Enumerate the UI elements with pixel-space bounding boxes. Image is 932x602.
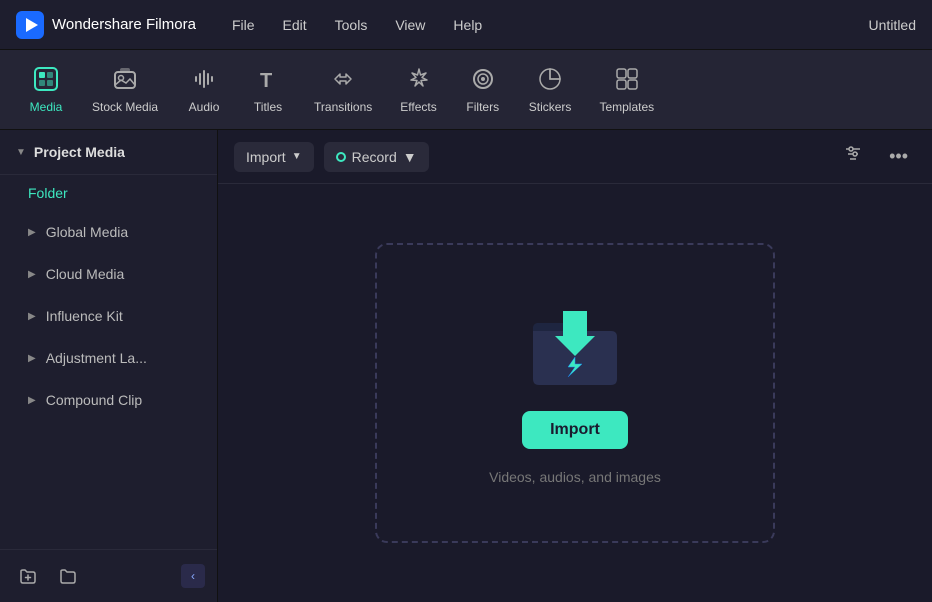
arrow-icon-cloud: ▶ (28, 269, 36, 280)
sidebar-footer: ‹ (0, 549, 217, 602)
ellipsis-icon: ••• (889, 146, 908, 166)
title-bar: Wondershare Filmora File Edit Tools View… (0, 0, 932, 50)
tool-audio[interactable]: Audio (174, 58, 234, 122)
menu-help[interactable]: Help (441, 11, 494, 39)
more-options-button[interactable]: ••• (881, 142, 916, 171)
drop-zone-hint: Videos, audios, and images (489, 469, 661, 485)
effects-label: Effects (400, 100, 436, 114)
sidebar-header-label: Project Media (34, 144, 125, 160)
templates-icon (614, 66, 640, 96)
app-logo (16, 11, 44, 39)
sidebar-collapse-button[interactable]: ‹ (181, 564, 205, 588)
arrow-icon-compound: ▶ (28, 395, 36, 406)
sidebar: ▼ Project Media Folder ▶ Global Media ▶ … (0, 130, 218, 602)
filter-button[interactable] (835, 140, 871, 173)
tool-stickers[interactable]: Stickers (517, 58, 584, 122)
window-title: Untitled (869, 17, 916, 33)
transitions-label: Transitions (314, 100, 372, 114)
toolbar: Media Stock Media Audio (0, 50, 932, 130)
sidebar-item-cloud-media[interactable]: ▶ Cloud Media (4, 254, 213, 294)
menu-bar: File Edit Tools View Help (220, 11, 869, 39)
menu-edit[interactable]: Edit (271, 11, 319, 39)
tool-filters[interactable]: Filters (453, 58, 513, 122)
titles-icon: T (255, 66, 281, 96)
tool-effects[interactable]: Effects (388, 58, 448, 122)
import-folder-icon (525, 301, 625, 391)
audio-label: Audio (189, 100, 220, 114)
svg-text:T: T (260, 70, 272, 92)
new-folder-button[interactable] (12, 560, 44, 592)
drop-zone: Import Videos, audios, and images (218, 184, 932, 602)
sidebar-header: ▼ Project Media (0, 130, 217, 175)
filters-icon (470, 66, 496, 96)
record-button[interactable]: Record ▼ (324, 142, 429, 172)
record-chevron-icon: ▼ (403, 149, 417, 165)
stock-media-icon (112, 66, 138, 96)
effects-icon (406, 66, 432, 96)
stock-media-label: Stock Media (92, 100, 158, 114)
sidebar-item-label-cloud-media: Cloud Media (46, 266, 125, 282)
transitions-icon (330, 66, 356, 96)
arrow-icon-adjustment: ▶ (28, 353, 36, 364)
tool-titles[interactable]: T Titles (238, 58, 298, 122)
logo-area: Wondershare Filmora (16, 11, 196, 39)
drop-zone-import-button[interactable]: Import (522, 411, 628, 449)
sidebar-item-global-media[interactable]: ▶ Global Media (4, 212, 213, 252)
titles-label: Titles (254, 100, 282, 114)
stickers-icon (537, 66, 563, 96)
templates-label: Templates (599, 100, 654, 114)
stickers-label: Stickers (529, 100, 572, 114)
import-button[interactable]: Import ▼ (234, 142, 314, 172)
sidebar-chevron-icon: ▼ (16, 147, 26, 158)
main-area: ▼ Project Media Folder ▶ Global Media ▶ … (0, 130, 932, 602)
import-chevron-icon: ▼ (292, 151, 302, 162)
sidebar-item-influence-kit[interactable]: ▶ Influence Kit (4, 296, 213, 336)
content-area: Import ▼ Record ▼ ••• (218, 130, 932, 602)
import-label: Import (246, 149, 286, 165)
folder-button[interactable] (52, 560, 84, 592)
tool-transitions[interactable]: Transitions (302, 58, 384, 122)
menu-file[interactable]: File (220, 11, 267, 39)
chevron-left-icon: ‹ (191, 569, 195, 583)
sidebar-item-label-compound-clip: Compound Clip (46, 392, 143, 408)
app-name: Wondershare Filmora (52, 16, 196, 33)
sidebar-item-label-influence-kit: Influence Kit (46, 308, 123, 324)
media-icon (33, 66, 59, 96)
sidebar-item-label-global-media: Global Media (46, 224, 129, 240)
tool-templates[interactable]: Templates (587, 58, 666, 122)
filters-label: Filters (466, 100, 499, 114)
sidebar-item-label-adjustment-la: Adjustment La... (46, 350, 147, 366)
menu-tools[interactable]: Tools (323, 11, 380, 39)
record-label: Record (352, 149, 397, 165)
arrow-icon-influence: ▶ (28, 311, 36, 322)
sidebar-item-adjustment-la[interactable]: ▶ Adjustment La... (4, 338, 213, 378)
record-dot-icon (336, 152, 346, 162)
tool-stock-media[interactable]: Stock Media (80, 58, 170, 122)
sidebar-folder[interactable]: Folder (0, 175, 217, 211)
sidebar-item-compound-clip[interactable]: ▶ Compound Clip (4, 380, 213, 420)
tool-media[interactable]: Media (16, 58, 76, 122)
content-toolbar: Import ▼ Record ▼ ••• (218, 130, 932, 184)
drop-box: Import Videos, audios, and images (375, 243, 775, 543)
media-label: Media (30, 100, 63, 114)
arrow-icon-global: ▶ (28, 227, 36, 238)
menu-view[interactable]: View (383, 11, 437, 39)
audio-icon (191, 66, 217, 96)
